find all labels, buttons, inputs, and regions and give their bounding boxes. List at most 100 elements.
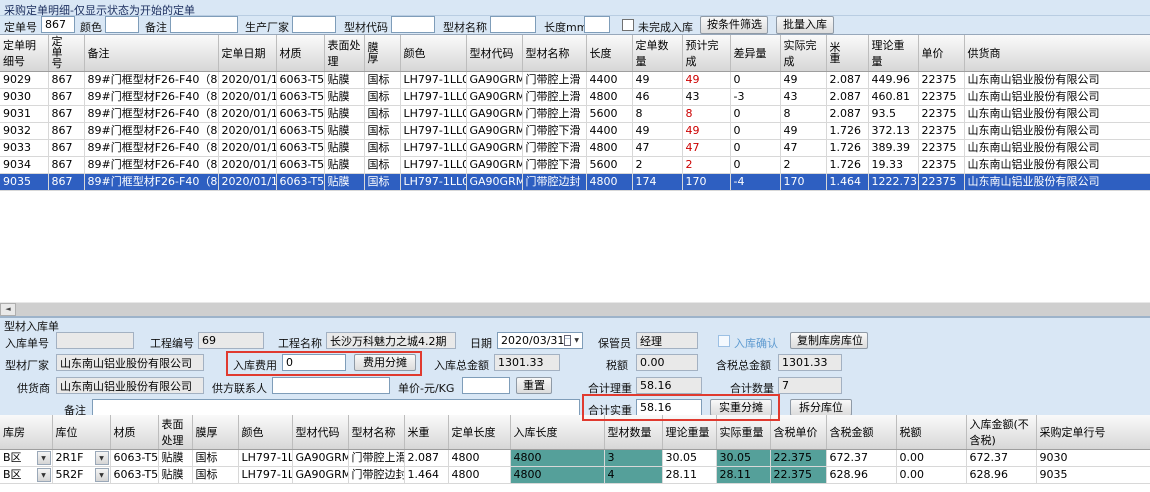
factory-input[interactable] — [56, 354, 204, 371]
order-cell[interactable]: 89#门框型材F26-F40（866+867） — [84, 89, 218, 106]
order-cell[interactable]: 389.39 — [868, 140, 918, 157]
order-cell[interactable]: 9029 — [0, 72, 48, 89]
dropdown-arrow-icon[interactable]: ▼ — [95, 468, 109, 482]
dropdown-arrow-icon[interactable]: ▼ — [37, 468, 51, 482]
inbound-cell[interactable]: 5R2F▼ — [52, 467, 110, 484]
order-cell[interactable]: 460.81 — [868, 89, 918, 106]
order-cell[interactable]: 2 — [632, 157, 682, 174]
project-name-input[interactable]: 长沙万科魅力之城4.2期 — [326, 332, 456, 349]
order-cell[interactable]: 170 — [780, 174, 826, 191]
order-cell[interactable]: 6063-T5 — [276, 157, 324, 174]
inbound-cell[interactable]: 22.375 — [770, 450, 826, 467]
total-qty-input[interactable] — [778, 377, 842, 394]
order-row[interactable]: 903186789#门框型材F26-F40（866+867）2020/01/13… — [0, 106, 1150, 123]
order-cell[interactable]: 4800 — [586, 89, 632, 106]
order-cell[interactable]: 49 — [780, 72, 826, 89]
order-cell[interactable]: 国标 — [364, 140, 400, 157]
order-cell[interactable]: 5600 — [586, 157, 632, 174]
order-cell[interactable]: 0 — [730, 123, 780, 140]
order-cell[interactable]: 22375 — [918, 89, 964, 106]
manufacturer-input[interactable] — [292, 16, 336, 33]
order-cell[interactable]: LH797-1LL0 — [400, 174, 466, 191]
total-amount-input[interactable] — [494, 354, 560, 371]
order-cell[interactable]: 2020/01/13 — [218, 106, 276, 123]
fee-input[interactable] — [282, 354, 346, 371]
dropdown-arrow-icon[interactable]: ▼ — [37, 451, 51, 465]
inbound-cell[interactable]: 628.96 — [826, 467, 896, 484]
order-cell[interactable]: 49 — [682, 72, 730, 89]
order-cell[interactable]: LH797-1LL0 — [400, 157, 466, 174]
order-cell[interactable]: 门带腔下滑 — [522, 140, 586, 157]
order-cell[interactable]: 贴膜 — [324, 157, 364, 174]
order-cell[interactable]: 6063-T5 — [276, 174, 324, 191]
order-cell[interactable]: 山东南山铝业股份有限公司 — [964, 157, 1150, 174]
inbound-cell[interactable]: GA90GRM05 — [292, 467, 348, 484]
order-cell[interactable]: 国标 — [364, 106, 400, 123]
filter-by-condition-button[interactable]: 按条件筛选 — [700, 16, 768, 34]
scroll-left-icon[interactable]: ◄ — [0, 303, 16, 316]
order-cell[interactable]: 19.33 — [868, 157, 918, 174]
order-cell[interactable]: 门带腔上滑 — [522, 72, 586, 89]
order-cell[interactable]: 贴膜 — [324, 72, 364, 89]
order-cell[interactable]: 国标 — [364, 157, 400, 174]
order-cell[interactable]: 1.726 — [826, 157, 868, 174]
inbound-cell[interactable]: 6063-T5 — [110, 450, 158, 467]
order-cell[interactable]: 9032 — [0, 123, 48, 140]
order-cell[interactable]: 门带腔下滑 — [522, 123, 586, 140]
order-cell[interactable]: LH797-1LL0 — [400, 89, 466, 106]
inbound-row[interactable]: B区▼2R1F▼6063-T5贴膜国标LH797-1LL0GA90GRM03门带… — [0, 450, 1150, 467]
order-cell[interactable]: 2.087 — [826, 106, 868, 123]
order-cell[interactable]: 22375 — [918, 106, 964, 123]
inbound-cell[interactable]: 4800 — [510, 467, 604, 484]
copy-location-button[interactable]: 复制库房库位 — [790, 332, 868, 349]
total-theory-input[interactable] — [636, 377, 702, 394]
inbound-cell[interactable]: 0.00 — [896, 467, 966, 484]
order-cell[interactable]: 43 — [780, 89, 826, 106]
inbound-cell[interactable]: 4800 — [448, 450, 510, 467]
inbound-cell[interactable]: 国标 — [192, 467, 238, 484]
order-cell[interactable]: 170 — [682, 174, 730, 191]
order-cell[interactable]: 国标 — [364, 89, 400, 106]
inbound-cell[interactable]: 6063-T5 — [110, 467, 158, 484]
actual-share-button[interactable]: 实重分摊 — [710, 399, 772, 416]
order-cell[interactable]: 9033 — [0, 140, 48, 157]
order-cell[interactable]: 山东南山铝业股份有限公司 — [964, 72, 1150, 89]
inbound-cell[interactable]: 4 — [604, 467, 662, 484]
order-cell[interactable]: 山东南山铝业股份有限公司 — [964, 140, 1150, 157]
order-cell[interactable]: 贴膜 — [324, 123, 364, 140]
order-cell[interactable]: 49 — [632, 123, 682, 140]
inbound-row[interactable]: B区▼5R2F▼6063-T5贴膜国标LH797-1LL0GA90GRM05门带… — [0, 467, 1150, 484]
order-cell[interactable]: 89#门框型材F26-F40（866+867） — [84, 140, 218, 157]
order-cell[interactable]: GA90GRM03 — [466, 89, 522, 106]
order-cell[interactable]: 2020/01/13 — [218, 157, 276, 174]
inbound-cell[interactable]: 9030 — [1036, 450, 1150, 467]
remark-input[interactable] — [170, 16, 238, 33]
order-cell[interactable]: 9034 — [0, 157, 48, 174]
inbound-cell[interactable]: 28.11 — [716, 467, 770, 484]
profile-name-input[interactable] — [490, 16, 536, 33]
inbound-cell[interactable]: 30.05 — [662, 450, 716, 467]
order-cell[interactable]: 4400 — [586, 72, 632, 89]
order-cell[interactable]: 867 — [48, 157, 84, 174]
order-cell[interactable]: 2020/01/13 — [218, 123, 276, 140]
order-cell[interactable]: 22375 — [918, 174, 964, 191]
inbound-cell[interactable]: 2R1F▼ — [52, 450, 110, 467]
order-cell[interactable]: 89#门框型材F26-F40（866+867） — [84, 174, 218, 191]
order-cell[interactable]: GA90GRM04 — [466, 123, 522, 140]
order-cell[interactable]: 贴膜 — [324, 89, 364, 106]
project-no-input[interactable] — [198, 332, 264, 349]
order-cell[interactable]: 22375 — [918, 157, 964, 174]
date-dropdown-icon[interactable]: ▼ — [574, 337, 579, 344]
order-cell[interactable]: GA90GRM03 — [466, 106, 522, 123]
order-cell[interactable]: 4400 — [586, 123, 632, 140]
fee-share-button[interactable]: 费用分摊 — [354, 354, 416, 371]
order-cell[interactable]: 8 — [632, 106, 682, 123]
total-with-tax-input[interactable] — [778, 354, 842, 371]
order-cell[interactable]: 867 — [48, 72, 84, 89]
order-cell[interactable]: 6063-T5 — [276, 72, 324, 89]
unfinished-checkbox[interactable] — [622, 19, 634, 31]
calendar-icon[interactable] — [564, 335, 571, 346]
order-cell[interactable]: 93.5 — [868, 106, 918, 123]
batch-inbound-button[interactable]: 批量入库 — [776, 16, 834, 34]
order-cell[interactable]: 2020/01/13 — [218, 140, 276, 157]
